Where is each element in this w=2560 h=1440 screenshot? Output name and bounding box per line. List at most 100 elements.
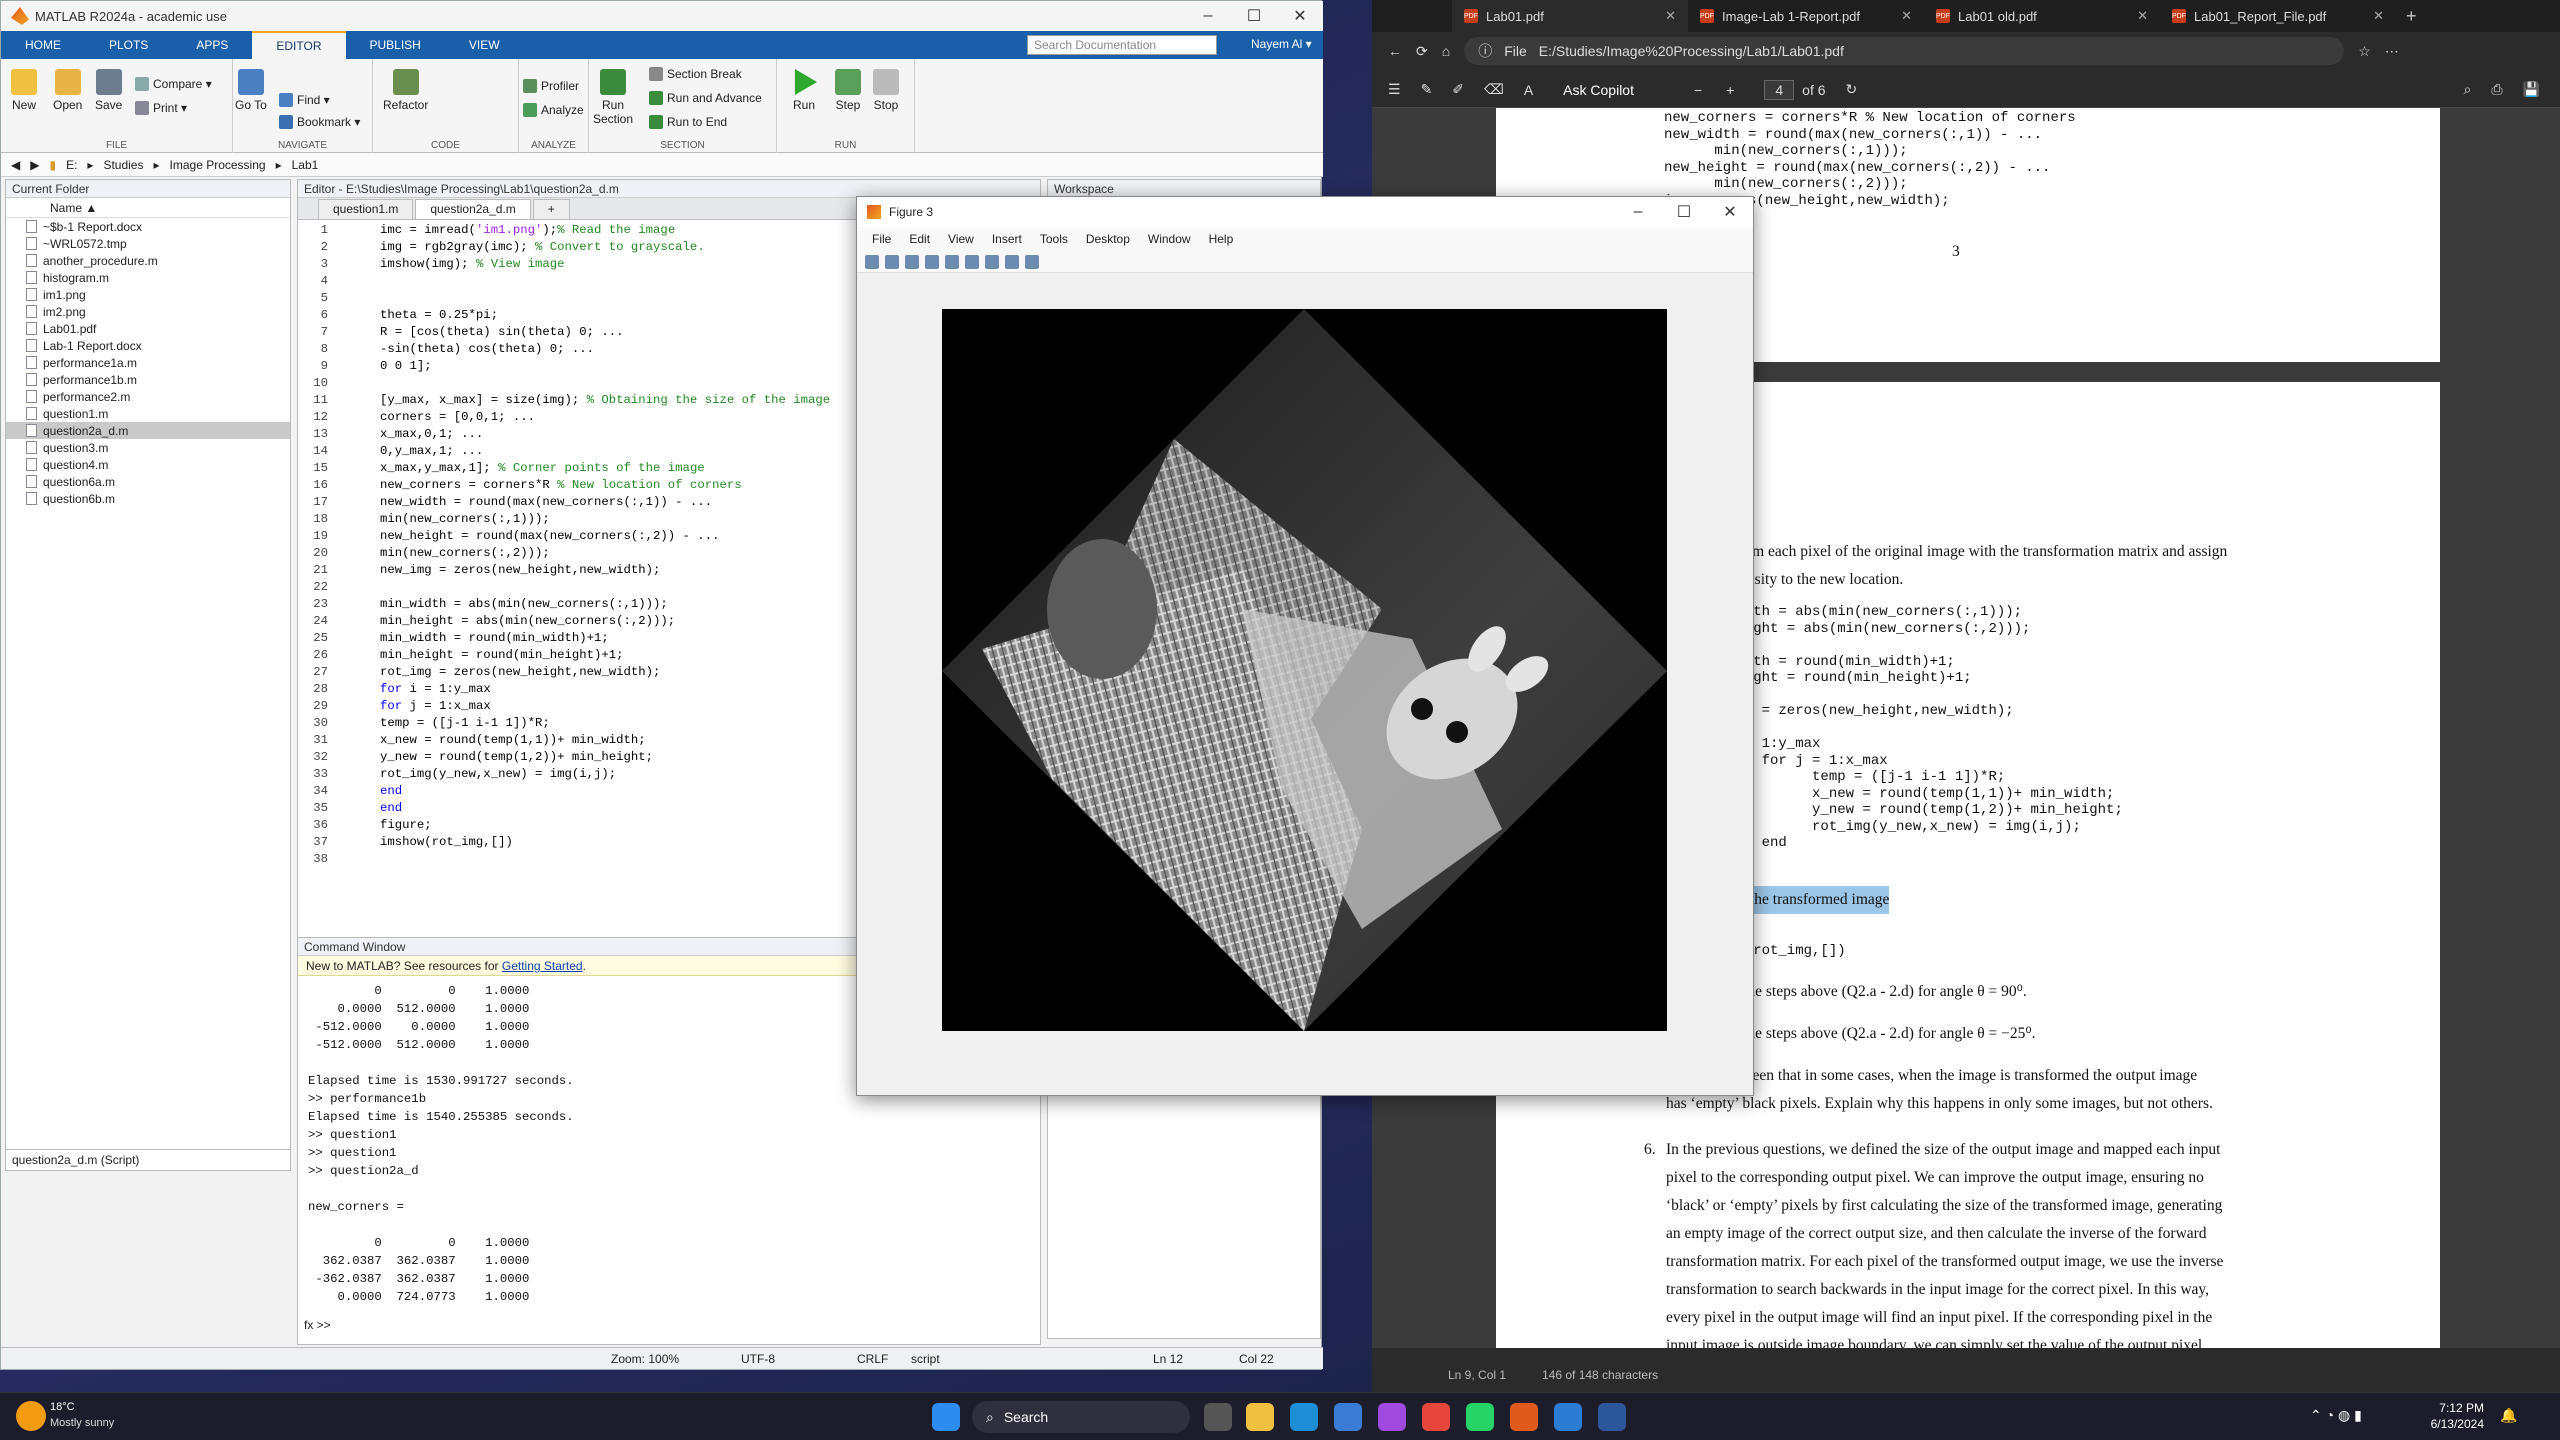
file-item[interactable]: histogram.m [6, 269, 290, 286]
favorites-icon[interactable]: ☆ [2358, 43, 2371, 60]
minimize-button[interactable]: – [1615, 197, 1661, 227]
file-details-dropdown[interactable]: question2a_d.m (Script) [5, 1149, 291, 1171]
file-item[interactable]: question4.m [6, 456, 290, 473]
word-icon[interactable] [1598, 1403, 1626, 1431]
colorbar-icon[interactable] [965, 254, 979, 269]
messenger-icon[interactable] [1378, 1403, 1406, 1431]
notepad-icon[interactable] [1554, 1403, 1582, 1431]
address-url[interactable]: E:/Studies/Image%20Processing/Lab1/Lab01… [1539, 43, 1844, 59]
tab-plots[interactable]: PLOTS [85, 31, 172, 59]
open-file-icon[interactable] [885, 254, 899, 269]
contents-icon[interactable]: ☰ [1388, 81, 1401, 98]
file-item[interactable]: performance1b.m [6, 371, 290, 388]
read-aloud-icon[interactable]: A [1524, 82, 1533, 98]
refactor-button[interactable]: Refactor [383, 69, 428, 112]
address-bar[interactable]: ⓘ File E:/Studies/Image%20Processing/Lab… [1464, 37, 2345, 65]
property-inspector-icon[interactable] [1025, 254, 1039, 269]
figure-axes[interactable] [942, 309, 1667, 1031]
highlight-icon[interactable]: ✎ [1421, 81, 1433, 98]
editor-tab-question1[interactable]: question1.m [318, 199, 414, 219]
minimize-button[interactable]: – [1185, 1, 1231, 31]
search-documentation-input[interactable]: Search Documentation [1027, 35, 1217, 55]
taskbar-search[interactable]: ⌕ Search [972, 1401, 1190, 1433]
page-number-input[interactable]: 4 [1764, 79, 1795, 100]
step-button[interactable]: Step [835, 69, 861, 112]
editor-tab-question2a-d[interactable]: question2a_d.m [415, 199, 531, 219]
menu-file[interactable]: File [863, 232, 900, 246]
close-tab-icon[interactable]: ✕ [2137, 8, 2148, 24]
close-button[interactable]: ✕ [1707, 197, 1753, 227]
run-to-end-button[interactable]: Run to End [649, 115, 727, 129]
close-tab-icon[interactable]: ✕ [1665, 8, 1676, 24]
chrome-icon[interactable] [1422, 1403, 1450, 1431]
getting-started-link[interactable]: Getting Started [502, 959, 583, 973]
back-icon[interactable]: ◀ [11, 158, 20, 172]
new-tab-button[interactable]: + [532, 199, 570, 219]
menu-desktop[interactable]: Desktop [1077, 232, 1139, 246]
tab-editor[interactable]: EDITOR [252, 31, 346, 59]
whatsapp-icon[interactable] [1466, 1403, 1494, 1431]
file-item[interactable]: question1.m [6, 405, 290, 422]
run-advance-button[interactable]: Run and Advance [649, 91, 762, 105]
clock-date[interactable]: 6/13/2024 [2420, 1417, 2484, 1431]
run-button[interactable]: Run [791, 69, 817, 112]
refresh-icon[interactable]: ⟳ [1416, 43, 1428, 60]
file-item[interactable]: question6a.m [6, 473, 290, 490]
file-explorer-icon[interactable] [1246, 1403, 1274, 1431]
menu-insert[interactable]: Insert [983, 232, 1031, 246]
file-item[interactable]: question2a_d.m [6, 422, 290, 439]
find-button[interactable]: Find ▾ [279, 93, 330, 107]
bookmark-button[interactable]: Bookmark ▾ [279, 115, 360, 129]
maximize-button[interactable]: ☐ [1661, 197, 1707, 227]
print-figure-icon[interactable] [925, 254, 939, 269]
file-item[interactable]: performance1a.m [6, 354, 290, 371]
file-item[interactable]: Lab01.pdf [6, 320, 290, 337]
settings-icon[interactable]: ⋯ [2385, 43, 2399, 60]
goto-button[interactable]: Go To [235, 69, 267, 112]
print-icon[interactable]: ⎙ [2491, 81, 2502, 98]
task-view-icon[interactable] [1204, 1403, 1232, 1431]
address-segment-drive[interactable]: E: [66, 158, 77, 172]
stop-button[interactable]: Stop [873, 69, 899, 112]
matlab-taskbar-icon[interactable] [1510, 1403, 1538, 1431]
browser-tab-lab01-old[interactable]: PDF Lab01 old.pdf ✕ [1924, 0, 2160, 32]
new-button[interactable]: New [11, 69, 37, 112]
weather-icon[interactable] [16, 1401, 46, 1431]
home-icon[interactable]: ⌂ [1442, 43, 1450, 59]
legend-icon[interactable] [985, 254, 999, 269]
tray-icons[interactable]: ⌃ ◔ ◍ ▮ [2310, 1407, 2362, 1424]
pointer-icon[interactable] [1005, 254, 1019, 269]
browser-tab-image-lab-report[interactable]: PDF Image-Lab 1-Report.pdf ✕ [1688, 0, 1924, 32]
close-button[interactable]: ✕ [1277, 1, 1323, 31]
command-prompt[interactable]: fx >> [304, 1318, 331, 1332]
file-item[interactable]: ~$b-1 Report.docx [6, 218, 290, 235]
address-segment-image-processing[interactable]: Image Processing [170, 158, 266, 172]
open-button[interactable]: Open [53, 69, 82, 112]
save-figure-icon[interactable] [905, 254, 919, 269]
user-menu[interactable]: Nayem Al ▾ [1251, 37, 1312, 51]
draw-icon[interactable]: ✐ [1452, 81, 1464, 98]
tab-apps[interactable]: APPS [172, 31, 252, 59]
ask-copilot-button[interactable]: Ask Copilot [1563, 82, 1634, 98]
file-item[interactable]: ~WRL0572.tmp [6, 235, 290, 252]
file-item[interactable]: Lab-1 Report.docx [6, 337, 290, 354]
menu-view[interactable]: View [939, 232, 983, 246]
file-item[interactable]: question6b.m [6, 490, 290, 507]
edge-icon[interactable] [1290, 1403, 1318, 1431]
folder-up-icon[interactable]: ▮ [49, 158, 56, 172]
menu-help[interactable]: Help [1200, 232, 1243, 246]
link-plot-icon[interactable] [945, 254, 959, 269]
start-icon[interactable] [932, 1403, 960, 1431]
address-segment-studies[interactable]: Studies [103, 158, 143, 172]
store-icon[interactable] [1334, 1403, 1362, 1431]
browser-tab-lab01-report-file[interactable]: PDF Lab01_Report_File.pdf ✕ [2160, 0, 2396, 32]
forward-icon[interactable]: ▶ [30, 158, 39, 172]
browser-tab-lab01[interactable]: PDF Lab01.pdf ✕ [1452, 0, 1688, 32]
save-button[interactable]: Save [95, 69, 122, 112]
print-button[interactable]: Print ▾ [135, 101, 187, 115]
save-icon[interactable]: 💾 [2523, 81, 2540, 98]
tab-publish[interactable]: PUBLISH [346, 31, 445, 59]
address-bar[interactable]: ◀ ▶ ▮ E: ▸ Studies ▸ Image Processing ▸ Lab… [1, 153, 1323, 177]
menu-window[interactable]: Window [1139, 232, 1200, 246]
file-item[interactable]: another_procedure.m [6, 252, 290, 269]
